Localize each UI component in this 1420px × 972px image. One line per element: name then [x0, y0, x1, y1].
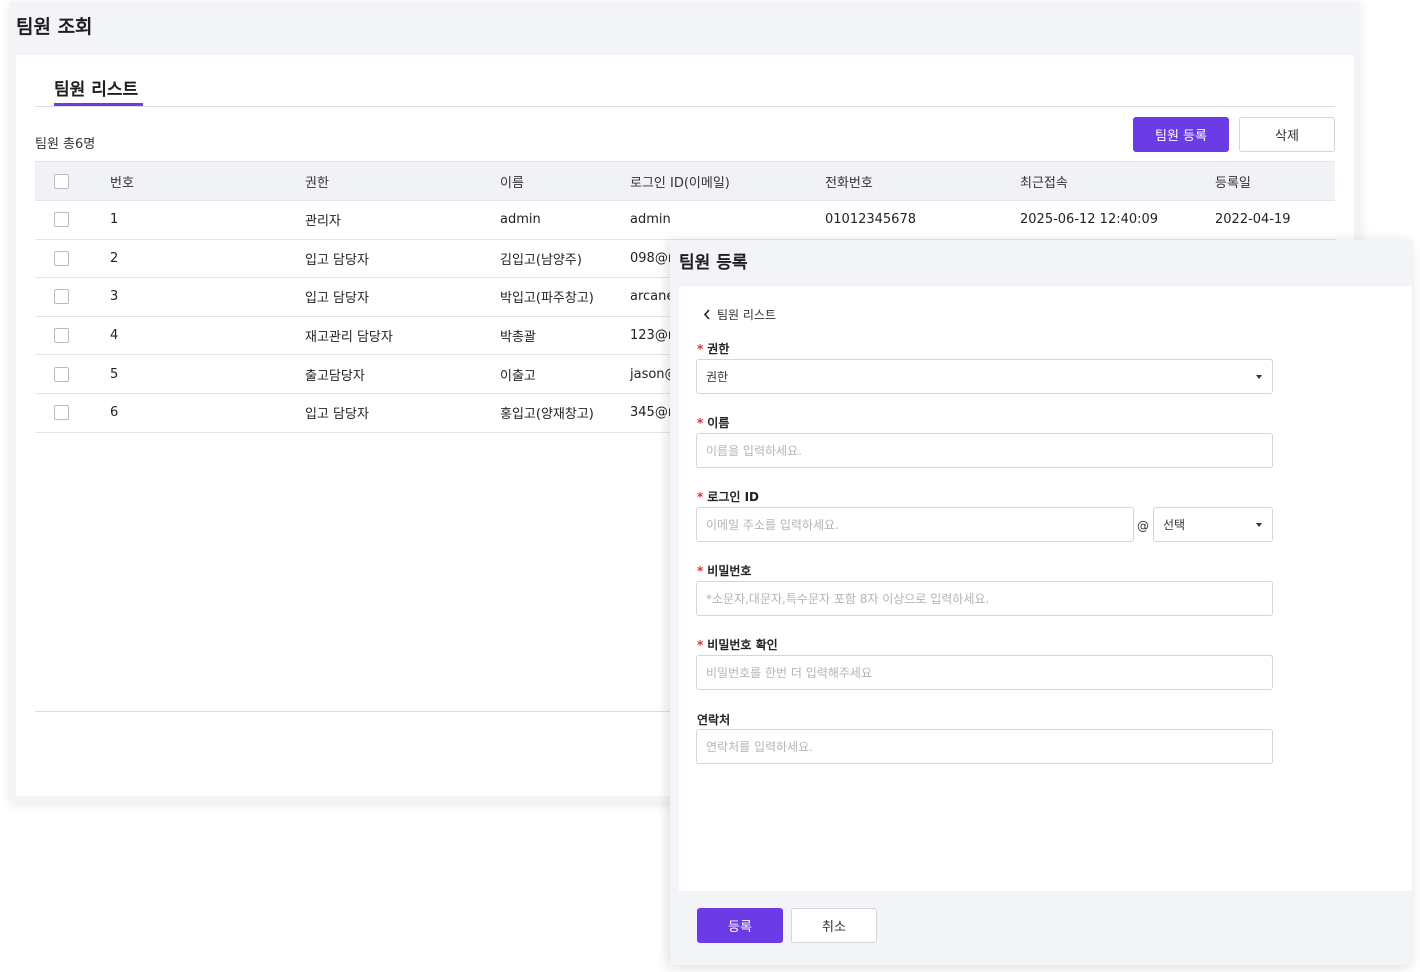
required-mark: *	[697, 342, 704, 356]
role-select-value: 권한	[706, 370, 729, 384]
row-last-login: 2025-06-12 12:40:09	[1020, 200, 1215, 240]
name-input[interactable]	[696, 433, 1273, 468]
row-name-link[interactable]: 김입고(남양주)	[500, 239, 630, 279]
email-local-input[interactable]	[696, 507, 1134, 542]
row-role: 입고 담당자	[305, 239, 500, 279]
register-member-button[interactable]: 팀원 등록	[1133, 117, 1229, 152]
row-checkbox[interactable]	[54, 289, 69, 305]
row-role: 재고관리 담당자	[305, 316, 500, 356]
column-header[interactable]: 권한	[305, 161, 500, 201]
register-form-card: 팀원 리스트 *권한 권한 *이름 *로그인 ID @ 선택 *비밀번호 *비밀…	[679, 286, 1412, 891]
column-header[interactable]: 이름	[500, 161, 630, 201]
member-count: 팀원 총6명	[35, 137, 96, 152]
column-header[interactable]: 전화번호	[825, 161, 1020, 201]
row-role: 입고 담당자	[305, 393, 500, 433]
required-mark: *	[697, 416, 704, 430]
row-select-cell[interactable]	[35, 316, 110, 356]
row-name-link[interactable]: 이출고	[500, 354, 630, 394]
tab-member-list[interactable]: 팀원 리스트	[54, 75, 138, 100]
required-mark: *	[697, 490, 704, 504]
register-title: 팀원 등록	[679, 253, 748, 273]
row-select-cell[interactable]	[35, 393, 110, 433]
table-header-row: 번호 권한 이름 로그인 ID(이메일) 전화번호 최근접속 등록일	[35, 161, 1335, 201]
at-sign: @	[1137, 519, 1149, 533]
column-header[interactable]: 로그인 ID(이메일)	[630, 161, 825, 201]
column-header[interactable]: 등록일	[1215, 161, 1335, 201]
tab-bar: 팀원 리스트	[35, 55, 1335, 107]
login-id-label: * 로그인 ID	[697, 490, 760, 504]
password-input[interactable]	[696, 581, 1273, 616]
role-label: * 권한	[697, 342, 730, 356]
email-domain-select[interactable]: 선택	[1153, 507, 1273, 542]
password-confirm-label: * 비밀번호 확인	[697, 638, 778, 652]
back-to-list-link[interactable]: 팀원 리스트	[703, 306, 776, 323]
row-checkbox[interactable]	[54, 405, 69, 421]
row-select-cell[interactable]	[35, 354, 110, 394]
domain-select-value: 선택	[1163, 518, 1186, 532]
caret-down-icon	[1256, 374, 1262, 379]
name-label: * 이름	[697, 416, 730, 430]
row-checkbox[interactable]	[54, 250, 69, 266]
cancel-button[interactable]: 취소	[791, 908, 877, 943]
row-number: 5	[110, 354, 305, 394]
table-row[interactable]: 1 관리자 admin admin 01012345678 2025-06-12 12:4…	[35, 200, 1335, 240]
contact-input[interactable]	[696, 729, 1273, 764]
row-number: 6	[110, 393, 305, 433]
row-name-link[interactable]: 홍입고(양재창고)	[500, 393, 630, 433]
row-select-cell[interactable]	[35, 239, 110, 279]
password-confirm-input[interactable]	[696, 655, 1273, 690]
row-number: 3	[110, 277, 305, 317]
register-member-window: 팀원 등록 팀원 리스트 *권한 권한 *이름 *로그인 ID @ 선택 *비밀…	[670, 240, 1412, 965]
row-name-link[interactable]: admin	[500, 200, 630, 240]
tab-active-indicator	[54, 103, 143, 106]
delete-button[interactable]: 삭제	[1239, 117, 1335, 152]
caret-down-icon	[1256, 522, 1262, 527]
row-role: 출고담당자	[305, 354, 500, 394]
chevron-left-icon	[703, 309, 710, 320]
row-checkbox[interactable]	[54, 212, 69, 228]
row-checkbox[interactable]	[54, 328, 69, 344]
header-select-all[interactable]	[35, 161, 110, 201]
select-all-checkbox[interactable]	[54, 173, 69, 189]
column-header[interactable]: 번호	[110, 161, 305, 201]
password-label: * 비밀번호	[697, 564, 752, 578]
required-mark: *	[697, 564, 704, 578]
row-checkbox[interactable]	[54, 366, 69, 382]
row-role: 관리자	[305, 200, 500, 240]
row-name-link[interactable]: 박총괄	[500, 316, 630, 356]
contact-label: 연락처	[697, 713, 731, 727]
row-login-id: admin	[630, 200, 825, 240]
role-select[interactable]: 권한	[696, 359, 1273, 394]
row-phone: 01012345678	[825, 200, 1020, 240]
row-number: 1	[110, 200, 305, 240]
back-link-label: 팀원 리스트	[717, 308, 777, 322]
row-select-cell[interactable]	[35, 277, 110, 317]
submit-button[interactable]: 등록	[697, 908, 783, 943]
column-header[interactable]: 최근접속	[1020, 161, 1215, 201]
row-role: 입고 담당자	[305, 277, 500, 317]
row-number: 2	[110, 239, 305, 279]
row-name-link[interactable]: 박입고(파주창고)	[500, 277, 630, 317]
required-mark: *	[697, 638, 704, 652]
row-number: 4	[110, 316, 305, 356]
row-registered-date: 2022-04-19	[1215, 200, 1335, 240]
page-title: 팀원 조회	[16, 16, 93, 38]
row-select-cell[interactable]	[35, 200, 110, 240]
